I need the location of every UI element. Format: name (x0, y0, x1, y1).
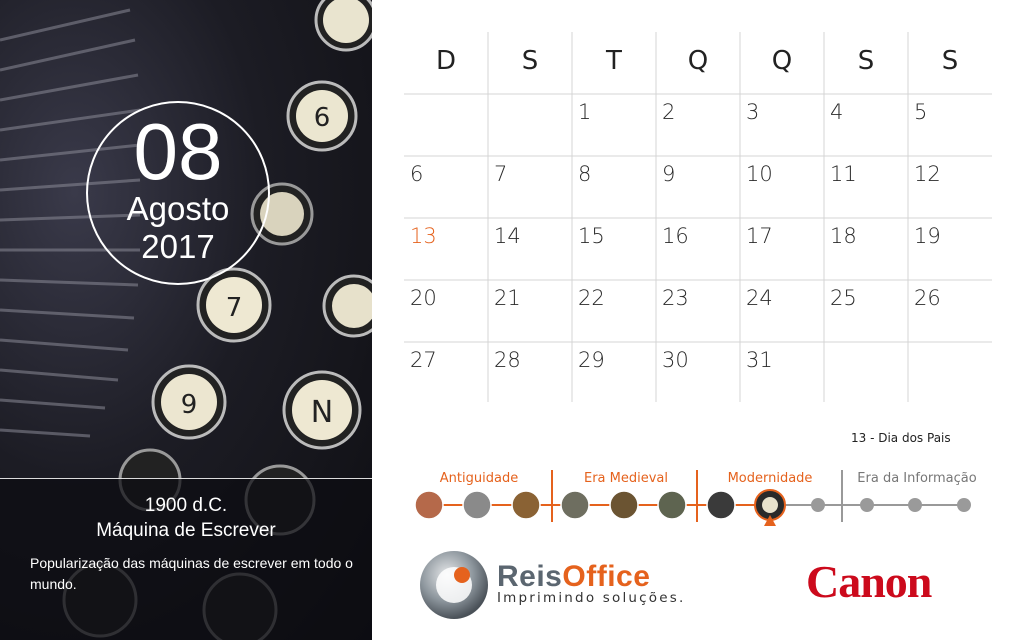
caption-description: Popularização das máquinas de escrever e… (30, 555, 353, 592)
calendar-grid-lines (404, 32, 992, 402)
weekday-header: S (857, 46, 875, 76)
calendar-day: 7 (494, 162, 508, 186)
weekday-header: Q (687, 46, 709, 76)
calendar-day: 8 (578, 162, 592, 186)
era-label-modernidade: Modernidade (727, 471, 813, 486)
reisoffice-part1: Reis (497, 560, 563, 593)
calendar-day: 9 (662, 162, 676, 186)
calendar-day: 28 (494, 348, 521, 372)
date-circle: 08 Agosto 2017 (86, 101, 270, 285)
calendar-day: 5 (914, 100, 928, 124)
calendar-day: 25 (830, 286, 857, 310)
calendar-day: 6 (410, 162, 424, 186)
calendar-day: 3 (746, 100, 760, 124)
calendar-day: 31 (746, 348, 773, 372)
calendar-day: 19 (914, 224, 941, 248)
calendar-grid: DSTQQSS 1 2 3 4 5 6 7 8 9 10 11 12 13 14 15 16 17 18 19 20 2… (404, 32, 992, 402)
weekday-header: D (435, 46, 457, 76)
era-label-medieval: Era Medieval (583, 471, 668, 486)
weekday-header: Q (771, 46, 793, 76)
weekday-header: T (606, 46, 622, 76)
weekday-header: S (521, 46, 539, 76)
reisoffice-wordmark: ReisOffice (497, 560, 650, 594)
caption-subtitle: Máquina de Escrever (96, 520, 276, 541)
svg-text:6: 6 (314, 103, 331, 133)
calendar-day: 29 (578, 348, 605, 372)
caption-box: 1900 d.C. Máquina de Escrever Populariza… (0, 478, 372, 640)
calendar-day: 15 (578, 224, 605, 248)
reisoffice-part2: Office (562, 560, 651, 593)
calendar-day: 2 (662, 100, 676, 124)
era-thumbnails (414, 489, 786, 521)
calendar-day: 10 (746, 162, 773, 186)
calendar-day: 26 (914, 286, 941, 310)
canon-logo: Canon (806, 556, 932, 607)
calendar-day: 11 (830, 162, 857, 186)
calendar-day: 21 (494, 286, 521, 310)
reisoffice-tagline: Imprimindo soluções. (497, 590, 686, 606)
date-month: Agosto (126, 190, 230, 227)
caption-title: 1900 d.C. (144, 495, 228, 516)
calendar-day: 12 (914, 162, 941, 186)
svg-text:9: 9 (181, 390, 198, 420)
weekday-header: S (941, 46, 959, 76)
calendar-day: 24 (746, 286, 773, 310)
reisoffice-logo-icon (420, 551, 488, 619)
calendar-day: 20 (410, 286, 437, 310)
calendar-day: 1 (578, 100, 592, 124)
photo-panel: 6 7 9 N 08 Agosto 2017 1900 d.C. Máquina… (0, 0, 372, 640)
calendar-day: 17 (746, 224, 773, 248)
date-year: 2017 (141, 228, 215, 265)
svg-text:7: 7 (226, 293, 243, 323)
calendar-day: 16 (662, 224, 689, 248)
calendar-day: 30 (662, 348, 689, 372)
holiday-note: 13 - Dia dos Pais (851, 431, 951, 445)
svg-text:N: N (311, 395, 333, 430)
calendar-day: 14 (494, 224, 521, 248)
era-label-antiguidade: Antiguidade (439, 471, 519, 486)
calendar-day: 4 (830, 100, 844, 124)
calendar-day: 27 (410, 348, 437, 372)
date-day: 08 (133, 107, 223, 196)
era-label-informacao: Era da Informação (857, 471, 977, 486)
calendar-day: 23 (662, 286, 689, 310)
calendar-day: 13 (410, 224, 437, 248)
calendar-day: 18 (830, 224, 857, 248)
calendar-day: 22 (578, 286, 605, 310)
